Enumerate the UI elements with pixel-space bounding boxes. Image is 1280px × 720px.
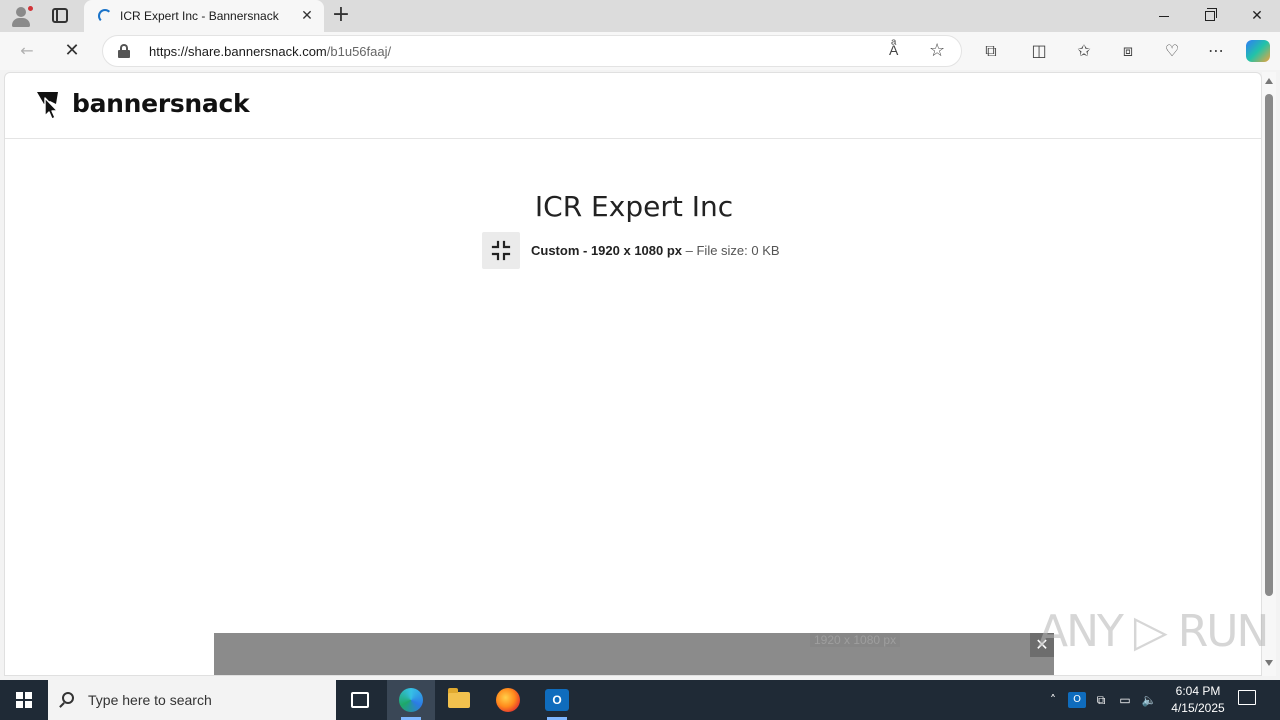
banner-size-label: 1920 x 1080 px (810, 633, 901, 647)
read-aloud-icon[interactable]: Aͣ (889, 42, 898, 59)
page-title: ICR Expert Inc (534, 190, 734, 223)
volume-icon[interactable]: 🔈 (1140, 690, 1158, 710)
back-arrow-icon[interactable]: ← (16, 40, 38, 62)
exit-fullscreen-button[interactable] (482, 232, 520, 269)
browser-toolbar: ← ✕ https://share.bannersnack.com/b1u56f… (0, 32, 1280, 70)
url-domain: https://share.bannersnack.com (149, 44, 327, 59)
vertical-scrollbar[interactable] (1262, 72, 1276, 676)
site-header: bannersnack (5, 73, 1261, 139)
tab-close-icon[interactable]: ✕ (299, 7, 315, 23)
split-screen-icon[interactable]: ◫ (1028, 40, 1050, 62)
taskbar-file-explorer[interactable] (435, 680, 483, 720)
extensions-icon[interactable]: ⧉ (980, 40, 1002, 62)
tab-title: ICR Expert Inc - Bannersnack (120, 9, 279, 23)
task-view-button[interactable] (336, 680, 384, 720)
start-button[interactable] (0, 680, 48, 720)
minimize-button[interactable] (1141, 0, 1187, 32)
file-explorer-icon (448, 688, 470, 708)
windows-taskbar: Type here to search O ˄ O ⧉ ▭ 🔈 6:04 PM … (0, 680, 1280, 720)
windows-logo-icon (16, 692, 32, 708)
browser-essentials-icon[interactable]: ♡ (1161, 40, 1183, 62)
tab-actions-icon[interactable] (52, 8, 68, 23)
url-path: /b1u56faaj/ (326, 44, 392, 59)
notification-center-icon[interactable] (1238, 690, 1256, 705)
shrink-icon (491, 240, 511, 261)
taskbar-firefox[interactable] (484, 680, 532, 720)
file-size-label: – File size: 0 KB (682, 243, 780, 258)
address-bar[interactable]: https://share.bannersnack.com/b1u56faaj/… (102, 35, 962, 67)
collections-icon[interactable]: ⧈ (1117, 40, 1139, 62)
scroll-up-arrow-icon[interactable] (1265, 78, 1273, 84)
taskbar-search-box[interactable]: Type here to search (48, 680, 336, 720)
url-text[interactable]: https://share.bannersnack.com/b1u56faaj/ (149, 44, 391, 59)
search-placeholder: Type here to search (88, 692, 212, 708)
banner-format-info: Custom - 1920 x 1080 px – File size: 0 K… (531, 243, 780, 258)
clock-date: 4/15/2025 (1171, 701, 1225, 715)
page-viewport: bannersnack ICR Expert Inc Custom - 1920… (4, 72, 1262, 676)
anyrun-watermark: ANY ▷ RUN (1038, 606, 1269, 657)
show-hidden-icons-chevron-icon[interactable]: ˄ (1044, 690, 1062, 710)
copilot-icon[interactable] (1246, 40, 1270, 62)
search-icon (62, 692, 74, 704)
outlook-icon: O (545, 689, 569, 711)
restore-button[interactable] (1187, 0, 1233, 32)
logo-wordmark: bannersnack (72, 89, 250, 118)
outlook-tray-icon[interactable]: O (1068, 692, 1086, 708)
taskbar-outlook[interactable]: O (533, 680, 581, 720)
clock-time: 6:04 PM (1175, 684, 1221, 698)
loading-spinner-icon (98, 9, 112, 23)
taskbar-edge[interactable] (387, 680, 435, 720)
favorites-icon[interactable]: ✩ (1073, 40, 1095, 62)
lock-icon[interactable] (118, 44, 130, 58)
scrollbar-thumb[interactable] (1265, 94, 1273, 596)
close-window-button[interactable]: ✕ (1234, 0, 1280, 32)
scroll-down-arrow-icon[interactable] (1265, 660, 1273, 666)
taskbar-clock[interactable]: 6:04 PM 4/15/2025 (1160, 683, 1236, 717)
task-view-icon (351, 692, 369, 708)
add-favorite-star-icon[interactable]: ☆ (929, 40, 945, 61)
edge-icon (399, 688, 423, 712)
new-tab-button[interactable]: + (331, 4, 351, 26)
firefox-icon (496, 688, 520, 712)
stop-loading-icon[interactable]: ✕ (61, 40, 83, 62)
format-label: Custom - 1920 x 1080 px (531, 243, 683, 258)
profile-icon[interactable] (10, 5, 34, 27)
bottom-banner-bar: 1920 x 1080 px ✕ (214, 633, 1054, 675)
browser-titlebar: ICR Expert Inc - Bannersnack ✕ + ✕ (0, 0, 1280, 32)
network-icon[interactable]: ▭ (1116, 690, 1134, 710)
browser-tab[interactable]: ICR Expert Inc - Bannersnack ✕ (84, 0, 324, 32)
more-menu-icon[interactable]: ⋯ (1205, 40, 1227, 62)
device-icon[interactable]: ⧉ (1092, 690, 1110, 710)
bannersnack-logo-icon (37, 92, 59, 120)
